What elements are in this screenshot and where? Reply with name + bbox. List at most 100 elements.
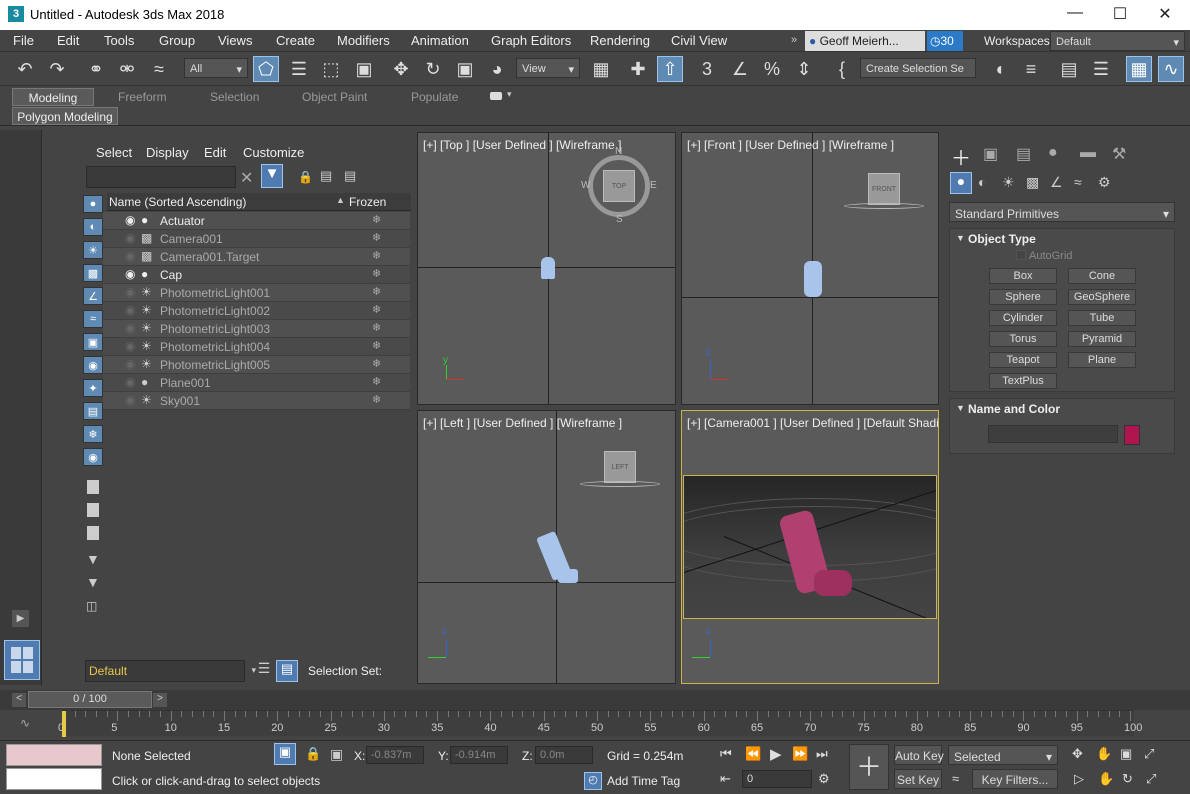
- select-object-icon[interactable]: ⬠: [253, 56, 279, 82]
- walk-through-icon[interactable]: ✋: [1098, 771, 1114, 787]
- workspaces-dropdown[interactable]: Default ▾: [1050, 31, 1185, 51]
- pan-icon[interactable]: ✋: [1096, 746, 1112, 762]
- object-cap-left[interactable]: [558, 569, 578, 583]
- menu-animation[interactable]: Animation: [411, 33, 469, 48]
- pivot-center-icon[interactable]: ▦: [588, 56, 614, 82]
- create-tab-icon[interactable]: ＋: [951, 142, 971, 171]
- filter-icon[interactable]: ▼: [261, 164, 283, 188]
- link-icon[interactable]: ⚭: [83, 56, 109, 82]
- viewport-front[interactable]: [+] [Front ] [User Defined ] [Wireframe …: [681, 132, 939, 405]
- time-config-icon[interactable]: ⚙: [818, 771, 830, 787]
- orbit-icon[interactable]: ✥: [1072, 746, 1083, 762]
- visibility-icon[interactable]: ◉: [125, 285, 135, 299]
- teapot-button[interactable]: Teapot: [989, 352, 1057, 368]
- frozen-icon[interactable]: ❄: [372, 375, 381, 388]
- viewcube[interactable]: TOP: [603, 170, 635, 202]
- unlink-icon[interactable]: ⚮: [114, 56, 140, 82]
- goto-start-icon[interactable]: ⏮: [720, 746, 732, 762]
- bind-space-warp-icon[interactable]: ≈: [146, 56, 172, 82]
- set-key-big-button[interactable]: ＋: [849, 744, 889, 790]
- goto-end-icon[interactable]: ⏭: [816, 746, 828, 762]
- display-all-icon[interactable]: [87, 480, 99, 494]
- previous-key-icon[interactable]: ⏪: [745, 746, 761, 762]
- maximize-button[interactable]: ☐: [1105, 4, 1135, 24]
- clear-search-icon[interactable]: ✕: [240, 168, 253, 188]
- menu-civil-view[interactable]: Civil View: [671, 33, 727, 48]
- prev-frame-icon[interactable]: <: [12, 693, 26, 707]
- time-tag-icon[interactable]: ◴: [584, 772, 602, 790]
- list-item[interactable]: ◉ ☀ PhotometricLight005 ❄: [103, 356, 410, 374]
- filter-settings-icon[interactable]: ▼: [86, 551, 100, 567]
- lock-icon[interactable]: 🔒: [298, 170, 313, 184]
- x-coordinate-field[interactable]: -0.837m: [366, 746, 424, 764]
- visibility-icon[interactable]: ◉: [125, 357, 135, 371]
- viewport-label[interactable]: [+] [Camera001 ] [User Defined ] [Defaul…: [687, 416, 938, 430]
- viewport-top[interactable]: [+] [Top ] [User Defined ] [Wireframe ] …: [417, 132, 676, 405]
- z-coordinate-field[interactable]: 0.0m: [535, 746, 593, 764]
- redo-icon[interactable]: ↷: [44, 56, 70, 82]
- field-of-view-icon[interactable]: ▷: [1074, 771, 1084, 787]
- menu-rendering[interactable]: Rendering: [590, 33, 650, 48]
- display-hidden-icon[interactable]: ◉: [83, 448, 103, 466]
- list-item[interactable]: ◉ ☀ PhotometricLight001 ❄: [103, 284, 410, 302]
- maxscript-output[interactable]: [6, 768, 102, 790]
- list-item[interactable]: ◉ ☀ PhotometricLight003 ❄: [103, 320, 410, 338]
- primitive-type-dropdown[interactable]: Standard Primitives ▾: [949, 202, 1175, 222]
- tube-button[interactable]: Tube: [1068, 310, 1136, 326]
- frozen-icon[interactable]: ❄: [372, 267, 381, 280]
- cylinder-button[interactable]: Cylinder: [989, 310, 1057, 326]
- menu-group[interactable]: Group: [159, 33, 195, 48]
- curve-editor-icon[interactable]: ∿: [1158, 56, 1184, 82]
- min-max-toggle-icon[interactable]: ⤢: [1146, 771, 1156, 787]
- orbit-camera-icon[interactable]: ↻: [1122, 771, 1133, 787]
- pyramid-button[interactable]: Pyramid: [1068, 331, 1136, 347]
- lights-category-icon[interactable]: ☀: [1002, 174, 1015, 191]
- display-frozen-icon[interactable]: ❄: [83, 425, 103, 443]
- viewport-label[interactable]: [+] [Front ] [User Defined ] [Wireframe …: [687, 138, 894, 152]
- list-item[interactable]: ◉ ▩ Camera001 ❄: [103, 230, 410, 248]
- list-item[interactable]: ◉ ☀ PhotometricLight004 ❄: [103, 338, 410, 356]
- name-and-color-title[interactable]: Name and Color: [968, 402, 1060, 416]
- display-shapes-icon[interactable]: ◐: [83, 218, 103, 236]
- explorer-menu-edit[interactable]: Edit: [204, 145, 226, 160]
- tab-polygon-modeling[interactable]: Polygon Modeling: [12, 107, 118, 125]
- frozen-icon[interactable]: ❄: [372, 231, 381, 244]
- list-item[interactable]: ◉ ☀ Sky001 ❄: [103, 392, 410, 410]
- mini-curve-editor-icon[interactable]: ∿: [20, 716, 30, 730]
- torus-button[interactable]: Torus: [989, 331, 1057, 347]
- chevron-down-icon[interactable]: ▾: [507, 89, 512, 100]
- object-cap-camera[interactable]: [814, 570, 852, 596]
- helpers-category-icon[interactable]: ∠: [1050, 174, 1063, 191]
- object-type-title[interactable]: Object Type: [968, 232, 1036, 246]
- menu-modifiers[interactable]: Modifiers: [337, 33, 390, 48]
- next-key-icon[interactable]: ⏩: [792, 746, 808, 762]
- next-frame-icon[interactable]: >: [153, 693, 167, 707]
- isolate-selection-button[interactable]: ▣: [274, 743, 296, 765]
- menu-tools[interactable]: Tools: [104, 33, 134, 48]
- folder-icon[interactable]: ◫: [86, 599, 97, 613]
- list-item[interactable]: ◉ ● Actuator ❄: [103, 212, 410, 230]
- display-invert-icon[interactable]: [87, 526, 99, 540]
- toggle-ribbon-icon[interactable]: ▦: [1126, 56, 1152, 82]
- display-tab-icon[interactable]: ▬: [1080, 144, 1096, 162]
- utilities-tab-icon[interactable]: ⚒: [1112, 144, 1126, 164]
- menu-edit[interactable]: Edit: [57, 33, 79, 48]
- display-space-warps-icon[interactable]: ≈: [83, 310, 103, 328]
- viewcube[interactable]: LEFT: [604, 451, 636, 483]
- systems-category-icon[interactable]: ⚙: [1098, 174, 1111, 191]
- spinner-snap-icon[interactable]: ⇕: [791, 56, 817, 82]
- menu-create[interactable]: Create: [276, 33, 315, 48]
- display-cameras-icon[interactable]: ▩: [83, 264, 103, 282]
- list-item[interactable]: ◉ ▩ Camera001.Target ❄: [103, 248, 410, 266]
- selection-lock-icon[interactable]: 🔒: [305, 746, 321, 762]
- rollout-collapse-icon[interactable]: ▼: [956, 403, 965, 413]
- undo-icon[interactable]: ↶: [12, 56, 38, 82]
- y-coordinate-field[interactable]: -0.914m: [450, 746, 508, 764]
- object-cap-top[interactable]: [541, 257, 555, 279]
- time-slider-thumb[interactable]: 0 / 100: [28, 691, 152, 708]
- zoom-extents-icon[interactable]: ▣: [1120, 746, 1132, 762]
- cameras-category-icon[interactable]: ▩: [1026, 174, 1039, 191]
- visibility-icon[interactable]: ◉: [125, 267, 135, 281]
- box-button[interactable]: Box: [989, 268, 1057, 284]
- selected-dropdown[interactable]: Selected ▾: [948, 745, 1058, 765]
